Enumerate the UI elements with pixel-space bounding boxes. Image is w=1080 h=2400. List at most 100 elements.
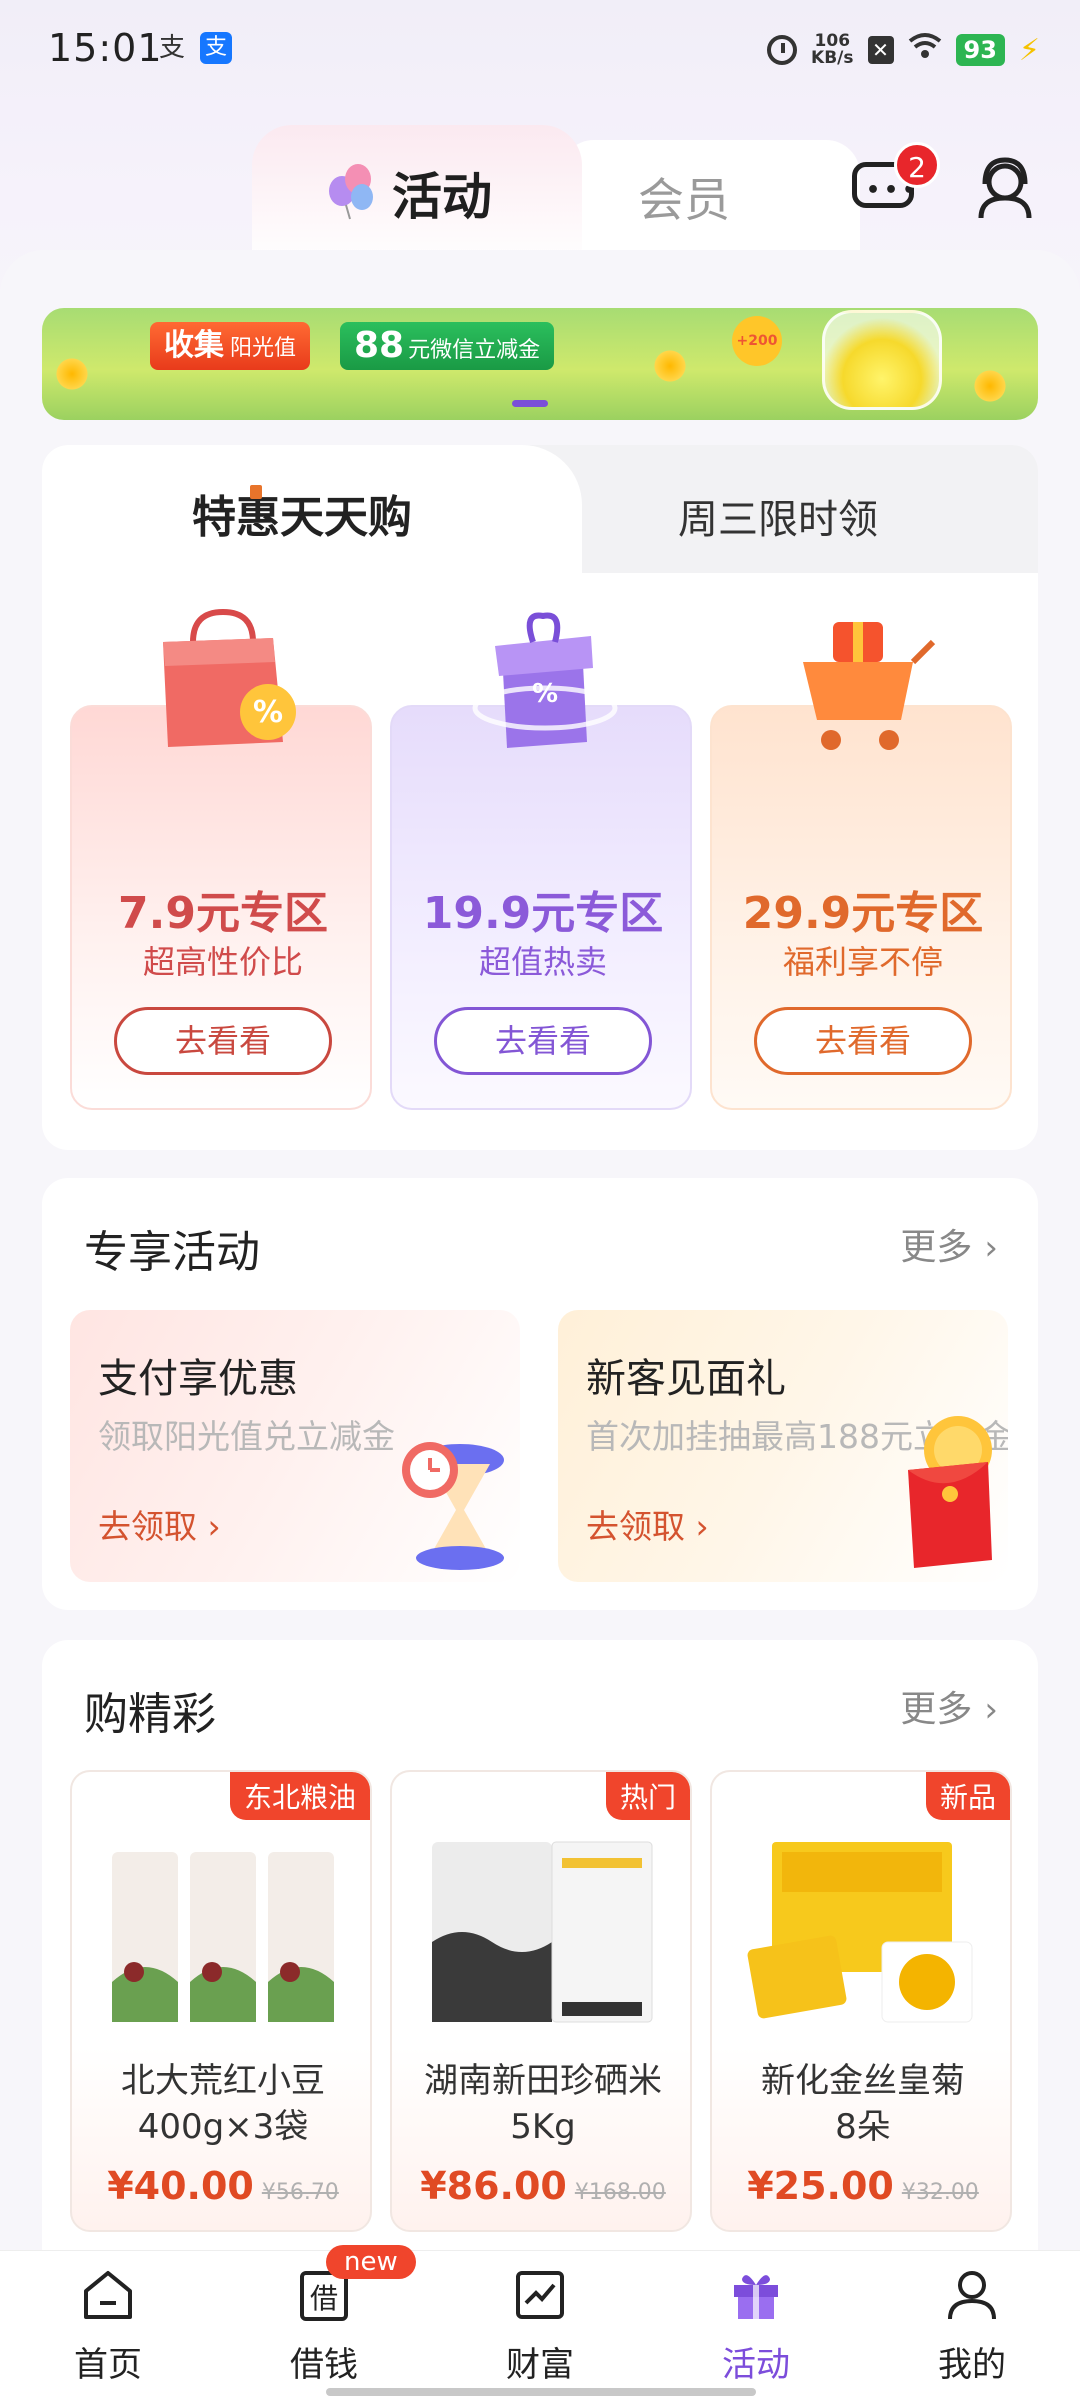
speed-unit: KB/s <box>811 48 854 68</box>
zone-title: 7.9元专区 <box>118 888 328 939</box>
status-time: 15:01 <box>48 26 163 70</box>
product-card[interactable]: 热门 湖南新田珍硒米 5Kg ¥86.00 ¥168.00 <box>390 1770 692 2232</box>
zone-title: 19.9元专区 <box>422 888 664 939</box>
section-title: 购精彩 <box>84 1689 216 1740</box>
payment-discount-card[interactable]: 支付享优惠 领取阳光值兑立减金 去领取 › <box>70 1310 520 1582</box>
chevron-right-icon: › <box>207 1507 221 1546</box>
chevron-right-icon: › <box>984 1690 998 1730</box>
flower-decoration <box>972 368 1008 404</box>
product-price: ¥25.00 ¥32.00 <box>712 2164 1010 2208</box>
tab-wednesday-label: 周三限时领 <box>678 497 878 543</box>
original-price: ¥32.00 <box>901 2180 979 2205</box>
tab-member[interactable]: 会员 <box>560 140 860 250</box>
deals-tabbar: 特惠天天购 周三限时领 <box>42 445 1038 573</box>
product-price: ¥86.00 ¥168.00 <box>392 2164 690 2208</box>
tab-daily-deals-label: 特惠天天购 <box>192 492 412 543</box>
balloon-icon <box>329 164 373 220</box>
zone-card-19-9[interactable]: % 19.9元专区 超值热卖 去看看 <box>390 612 692 1110</box>
tab-activity-label: 活动 <box>392 168 492 226</box>
flower-decoration <box>54 356 90 392</box>
zone-title: 29.9元专区 <box>742 888 984 939</box>
product-tag: 热门 <box>605 1772 690 1820</box>
profile-icon <box>948 2271 996 2320</box>
more-link[interactable]: 更多 › <box>900 1218 998 1270</box>
product-image-rice <box>432 1841 653 2023</box>
shopping-section: 购精彩 更多 › 东北粮油 北大荒红小豆 400g×3袋 ¥40.00 ¥56.70… <box>42 1640 1038 2280</box>
hourglass-clock-icon <box>402 1442 504 1570</box>
zone-card-29-9[interactable]: 29.9元专区 福利享不停 去看看 <box>710 622 1012 1110</box>
customer-service-icon[interactable] <box>975 156 1035 222</box>
promo-cta[interactable]: 去领取 › <box>586 1500 709 1548</box>
nav-borrow[interactable]: 借 借钱 <box>244 2267 404 2387</box>
nav-wealth[interactable]: 财富 <box>460 2267 620 2387</box>
product-tag: 新品 <box>925 1772 1010 1820</box>
red-envelope-icon <box>908 1416 992 1568</box>
nav-activity[interactable]: 活动 <box>676 2267 836 2387</box>
banner-amount-tag: 88 元微信立减金 <box>340 322 555 370</box>
nav-label: 财富 <box>506 2345 574 2385</box>
zone-card-7-9[interactable]: % 7.9元专区 超高性价比 去看看 <box>70 608 372 1110</box>
exclusive-activities-section: 专享活动 更多 › 支付享优惠 领取阳光值兑立减金 去领取 › 新客见面礼 首次加… <box>42 1178 1038 1610</box>
product-name: 湖南新田珍硒米 5Kg <box>424 2061 662 2147</box>
original-price: ¥168.00 <box>574 2180 666 2205</box>
nav-mine[interactable]: 我的 <box>892 2267 1052 2387</box>
zone-subtitle: 福利享不停 <box>782 943 943 981</box>
promo-title: 支付享优惠 <box>98 1356 298 1402</box>
zone-subtitle: 超高性价比 <box>142 943 303 981</box>
product-card[interactable]: 新品 新化金丝皇菊 8朵 ¥25.00 ¥32.00 <box>710 1770 1012 2232</box>
product-tag: 东北粮油 <box>229 1772 370 1820</box>
svg-text:%: % <box>532 679 558 709</box>
shopping-cart-icon <box>803 622 936 750</box>
zone-view-button[interactable]: 去看看 <box>754 1007 972 1075</box>
tab-member-label: 会员 <box>638 173 730 227</box>
network-speed: 106 KB/s <box>811 33 853 67</box>
svg-text:%: % <box>253 695 283 730</box>
chevron-right-icon: › <box>984 1228 998 1268</box>
promo-cta[interactable]: 去领取 › <box>98 1500 221 1548</box>
zone-view-button[interactable]: 去看看 <box>434 1007 652 1075</box>
wifi-icon <box>908 32 942 68</box>
promo-banner[interactable]: 收集 阳光值 88 元微信立减金 +200 <box>42 308 1038 420</box>
flower-decoration <box>652 348 688 384</box>
nav-label: 我的 <box>938 2345 1006 2385</box>
product-image-red-beans <box>112 1852 334 2022</box>
daily-deals-section: 特惠天天购 周三限时领 % 7.9元专区 超高性价比 去看看 % 19.9元专区… <box>42 445 1038 1150</box>
charging-icon: ⚡ <box>1018 32 1040 68</box>
promo-subtitle: 领取阳光值兑立减金 <box>98 1417 395 1456</box>
tab-daily-deals[interactable]: 特惠天天购 <box>42 445 582 573</box>
promo-title: 新客见面礼 <box>586 1356 786 1402</box>
product-name: 北大荒红小豆 400g×3袋 <box>121 2061 325 2147</box>
nav-label: 借钱 <box>290 2345 358 2385</box>
status-bar: 15:01 支 支 106 KB/s ✕ 93 ⚡ <box>0 0 1080 100</box>
current-price: ¥25.00 <box>747 2164 894 2208</box>
gift-icon <box>734 2275 778 2319</box>
chevron-right-icon: › <box>695 1507 709 1546</box>
home-indicator <box>326 2388 756 2396</box>
new-customer-gift-card[interactable]: 新客见面礼 首次加挂抽最高188元立减金 去领取 › <box>558 1310 1008 1582</box>
current-price: ¥40.00 <box>107 2164 254 2208</box>
product-image-chrysanthemum <box>747 1842 973 2023</box>
tab-activity[interactable]: 活动 <box>252 125 582 265</box>
no-sim-icon: ✕ <box>867 36 894 64</box>
nav-home[interactable]: 首页 <box>28 2267 188 2387</box>
product-card[interactable]: 东北粮油 北大荒红小豆 400g×3袋 ¥40.00 ¥56.70 <box>70 1770 372 2232</box>
alipay-app-icon: 支 <box>200 32 232 64</box>
gift-box-icon: % <box>472 612 618 748</box>
alarm-icon <box>767 35 798 65</box>
nav-label: 活动 <box>722 2345 790 2385</box>
product-name: 新化金丝皇菊 8朵 <box>761 2061 965 2147</box>
tab-marker-icon <box>250 485 262 499</box>
section-title: 专享活动 <box>84 1227 260 1278</box>
zone-view-button[interactable]: 去看看 <box>114 1007 332 1075</box>
new-badge: new <box>326 2245 416 2279</box>
product-price: ¥40.00 ¥56.70 <box>72 2164 370 2208</box>
current-price: ¥86.00 <box>420 2164 567 2208</box>
more-link[interactable]: 更多 › <box>900 1680 998 1732</box>
bottom-navigation: 首页 借 借钱 new 财富 活动 我的 <box>0 2245 1080 2400</box>
carousel-indicator <box>512 400 548 407</box>
shopping-bag-icon: % <box>163 608 296 747</box>
home-icon <box>84 2271 132 2319</box>
message-badge: 2 <box>894 142 940 188</box>
sunshine-coin-icon: +200 <box>732 316 782 366</box>
coin-jar-icon <box>822 310 942 410</box>
